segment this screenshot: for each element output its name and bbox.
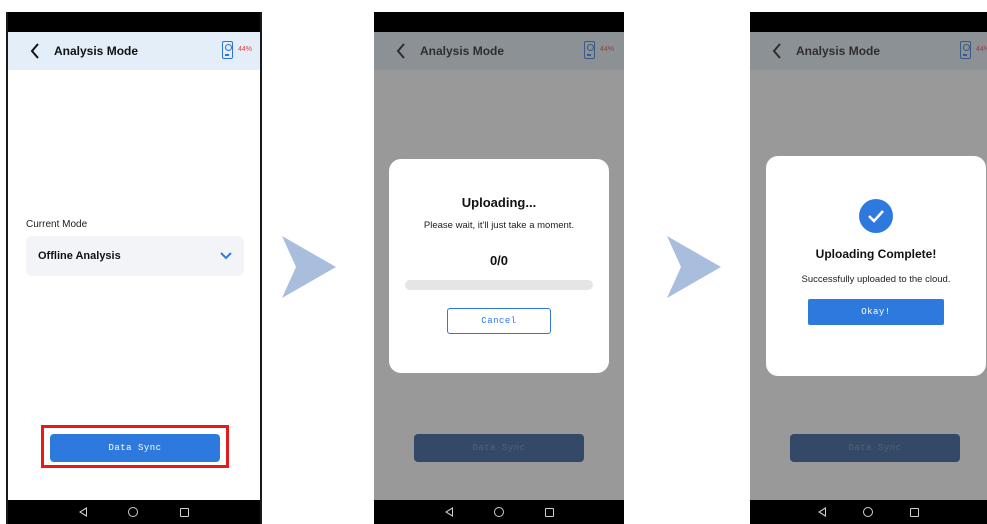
status-bar — [374, 12, 624, 32]
dialog-title: Uploading Complete! — [815, 247, 937, 261]
step-arrow-icon — [667, 236, 721, 298]
nav-recent-icon[interactable] — [909, 507, 919, 517]
progress-bar — [405, 280, 593, 290]
nav-bar — [750, 500, 987, 524]
status-bar — [8, 12, 260, 32]
step-arrow-icon — [282, 236, 336, 298]
current-mode-label: Current Mode — [26, 219, 88, 230]
nav-home-icon[interactable] — [862, 507, 873, 517]
nav-bar — [8, 500, 260, 524]
battery-level: 44% — [238, 46, 253, 53]
dialog-title: Uploading... — [461, 195, 537, 210]
upload-complete-dialog: Uploading Complete! Successfully uploade… — [766, 156, 986, 376]
check-circle-icon — [859, 199, 893, 233]
nav-recent-icon[interactable] — [544, 507, 554, 517]
mode-dropdown[interactable]: Offline Analysis — [26, 236, 244, 276]
device-icon[interactable] — [222, 41, 233, 59]
screen-uploading: Analysis Mode 44% Data Sync Uploading...… — [374, 12, 624, 524]
okay-button[interactable]: Okay! — [808, 299, 944, 325]
screen-analysis-mode: Analysis Mode 44% Current Mode Offline A… — [6, 12, 262, 524]
data-sync-button[interactable]: Data Sync — [50, 434, 220, 462]
nav-back-icon[interactable] — [444, 507, 453, 517]
upload-count: 0/0 — [489, 253, 509, 268]
nav-bar — [374, 500, 624, 524]
app-bar: Analysis Mode 44% — [8, 32, 260, 70]
cancel-button[interactable]: Cancel — [447, 308, 551, 334]
dialog-message: Please wait, it'll just take a moment. — [423, 220, 575, 231]
dialog-message: Successfully uploaded to the cloud. — [801, 274, 951, 285]
mode-selected-value: Offline Analysis — [38, 250, 121, 262]
status-bar — [750, 12, 987, 32]
nav-home-icon[interactable] — [493, 507, 504, 517]
page-title: Analysis Mode — [54, 44, 139, 58]
screen-upload-complete: Analysis Mode 44% Data Sync Uploading Co… — [750, 12, 987, 524]
nav-back-icon[interactable] — [818, 507, 827, 517]
back-arrow-icon[interactable] — [22, 41, 48, 61]
nav-back-icon[interactable] — [78, 507, 87, 517]
upload-dialog: Uploading... Please wait, it'll just tak… — [389, 159, 609, 373]
nav-recent-icon[interactable] — [180, 507, 190, 517]
nav-home-icon[interactable] — [128, 507, 139, 517]
chevron-down-icon — [220, 247, 232, 265]
